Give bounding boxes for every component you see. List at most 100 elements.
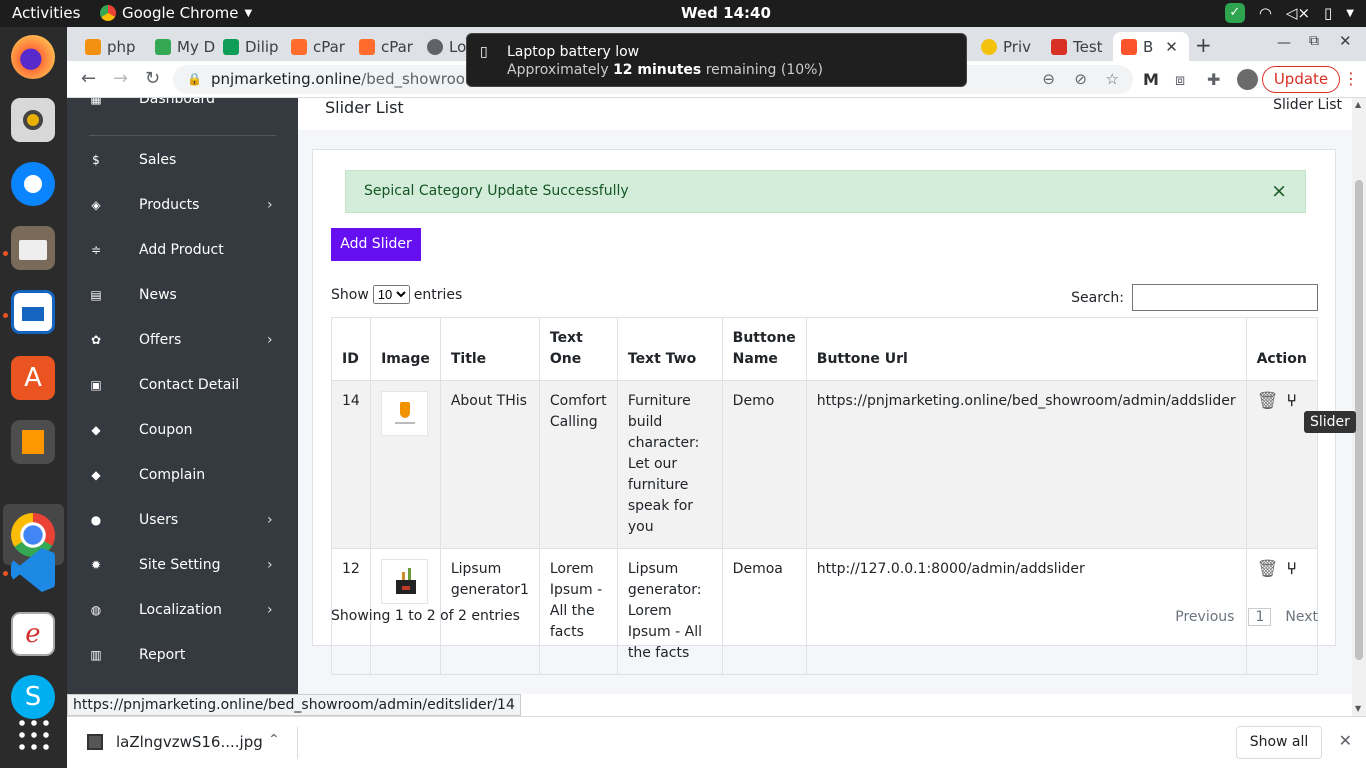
- trash-icon[interactable]: 🗑: [1257, 559, 1279, 579]
- sidebar-item-add-product[interactable]: ≑ Add Product: [67, 227, 298, 272]
- app-menu[interactable]: Google Chrome ▼: [100, 4, 252, 22]
- sidebar-item-label: News: [139, 286, 177, 303]
- column-header[interactable]: Text One: [538, 317, 618, 381]
- puzzle-icon[interactable]: ✚: [1207, 70, 1220, 89]
- firefox-icon[interactable]: [11, 35, 55, 79]
- column-header[interactable]: Text Two: [616, 317, 723, 381]
- divider: [297, 727, 298, 759]
- show-all-button[interactable]: Show all: [1236, 726, 1322, 759]
- extension-icon[interactable]: ⧈: [1175, 70, 1185, 90]
- system-tray[interactable]: ✓ ◠ ◁× ▯ ▼: [1224, 3, 1354, 23]
- sidebar-item-localization[interactable]: ◍ Localization ›: [67, 587, 298, 632]
- writer-icon[interactable]: [11, 290, 55, 334]
- avatar[interactable]: [1237, 69, 1258, 90]
- tab[interactable]: Test: [1043, 32, 1111, 61]
- add-slider-button[interactable]: Add Slider: [331, 228, 421, 261]
- chevron-up-icon[interactable]: ⌃: [268, 732, 280, 748]
- dollar-icon: $: [92, 152, 100, 167]
- tab-active[interactable]: B ✕: [1113, 32, 1189, 61]
- update-button[interactable]: Update: [1262, 66, 1340, 93]
- menu-icon[interactable]: ⋮: [1343, 69, 1359, 88]
- length-control: Show 10 entries: [331, 285, 462, 304]
- back-icon[interactable]: ←: [81, 68, 96, 89]
- tab[interactable]: php: [77, 32, 147, 61]
- tab[interactable]: My D: [147, 32, 215, 61]
- tab-label: Priv: [1003, 37, 1031, 56]
- page-button[interactable]: 1: [1248, 608, 1272, 626]
- check-icon[interactable]: ✓: [1224, 3, 1245, 23]
- entries-select[interactable]: 10: [372, 285, 410, 304]
- notification-suffix: remaining (10%): [705, 62, 823, 78]
- sidebar-item-label: Users: [139, 511, 179, 528]
- reload-icon[interactable]: ↻: [145, 68, 160, 89]
- download-filename[interactable]: laZlngvzwS16....jpg: [116, 733, 263, 751]
- next-button[interactable]: Next: [1285, 609, 1318, 625]
- edit-branch-icon[interactable]: ⑂: [1287, 391, 1297, 411]
- sidebar-item-sales[interactable]: $ Sales: [67, 137, 298, 182]
- sidebar-item-complain[interactable]: ◆ Complain: [67, 452, 298, 497]
- tab[interactable]: Dilip: [215, 32, 283, 61]
- sidebar-item-label: Add Product: [139, 241, 224, 258]
- tag-icon: ◆: [91, 467, 101, 482]
- tab[interactable]: cPar: [283, 32, 351, 61]
- vertical-scrollbar[interactable]: ▲ ▼: [1352, 98, 1366, 716]
- trash-icon[interactable]: 🗑: [1257, 391, 1279, 411]
- evince-icon[interactable]: ℯ: [11, 612, 55, 656]
- scrollbar-thumb[interactable]: [1355, 180, 1363, 660]
- content-header: Slider List Slider List: [298, 97, 1352, 130]
- close-window-button[interactable]: ✕: [1339, 32, 1352, 50]
- rhythmbox-icon[interactable]: [11, 98, 55, 142]
- sidebar-item-report[interactable]: ▥ Report: [67, 632, 298, 677]
- sidebar-item-news[interactable]: ▤ News: [67, 272, 298, 317]
- tab[interactable]: Priv: [973, 32, 1043, 61]
- minimize-button[interactable]: —: [1277, 35, 1291, 51]
- files-icon[interactable]: [11, 226, 55, 270]
- column-header[interactable]: Title: [439, 317, 540, 381]
- column-header[interactable]: Buttone Name: [721, 317, 807, 381]
- edit-branch-icon[interactable]: ⑂: [1287, 559, 1297, 579]
- skype-icon[interactable]: S: [11, 675, 55, 719]
- previous-button[interactable]: Previous: [1175, 609, 1234, 625]
- battery-notification[interactable]: ▯ Laptop battery low Approximately 12 mi…: [466, 33, 967, 87]
- sidebar-item-label: Complain: [139, 466, 206, 483]
- sidebar-item-contact-detail[interactable]: ▣ Contact Detail: [67, 362, 298, 407]
- sidebar-item-coupon[interactable]: ◆ Coupon: [67, 407, 298, 452]
- chrome-icon: [100, 5, 116, 21]
- maximize-button[interactable]: ⧉: [1309, 33, 1319, 49]
- sidebar-item-offers[interactable]: ✿ Offers ›: [67, 317, 298, 362]
- clock[interactable]: Wed 14:40: [681, 4, 771, 22]
- search-input[interactable]: [1132, 284, 1318, 311]
- column-header[interactable]: Buttone Url: [805, 317, 1247, 381]
- column-header[interactable]: ID: [330, 317, 372, 381]
- breadcrumb[interactable]: Slider List: [1273, 97, 1342, 113]
- sublime-icon[interactable]: [11, 420, 55, 464]
- sidebar-item-dashboard[interactable]: ▦ Dashboard: [67, 98, 298, 121]
- column-header[interactable]: Action: [1245, 317, 1319, 381]
- entries-label: entries: [413, 286, 463, 303]
- close-icon[interactable]: ✕: [1339, 731, 1352, 750]
- eye-off-icon[interactable]: ⊘: [1074, 65, 1087, 94]
- file-icon: [87, 734, 103, 750]
- tab[interactable]: cPar: [351, 32, 419, 61]
- extension-m-icon[interactable]: M: [1143, 70, 1159, 89]
- activities-button[interactable]: Activities: [12, 4, 80, 22]
- software-center-icon[interactable]: A: [11, 356, 55, 400]
- column-header[interactable]: Image: [370, 317, 441, 381]
- new-tab-button[interactable]: +: [1195, 33, 1212, 57]
- forward-icon[interactable]: →: [113, 68, 128, 89]
- scroll-up-icon[interactable]: ▲: [1355, 100, 1361, 109]
- table-row: 14 About THis Comfort Calling Furniture …: [330, 380, 1319, 549]
- sidebar-item-products[interactable]: ◈ Products ›: [67, 182, 298, 227]
- star-icon[interactable]: ☆: [1106, 65, 1119, 94]
- close-icon[interactable]: ×: [1271, 180, 1287, 202]
- sidebar-item-users[interactable]: ● Users ›: [67, 497, 298, 542]
- tab[interactable]: Lo: [419, 32, 467, 61]
- thunderbird-icon[interactable]: [11, 162, 55, 206]
- zoom-icon[interactable]: ⊖: [1042, 65, 1055, 94]
- scroll-down-icon[interactable]: ▼: [1355, 704, 1361, 713]
- sidebar-item-site-setting[interactable]: ✹ Site Setting ›: [67, 542, 298, 587]
- chrome-icon[interactable]: [11, 513, 55, 557]
- cell-text-two: Furniture build character: Let our furni…: [616, 380, 723, 549]
- show-apps-icon[interactable]: [16, 717, 50, 751]
- close-icon[interactable]: ✕: [1165, 38, 1178, 56]
